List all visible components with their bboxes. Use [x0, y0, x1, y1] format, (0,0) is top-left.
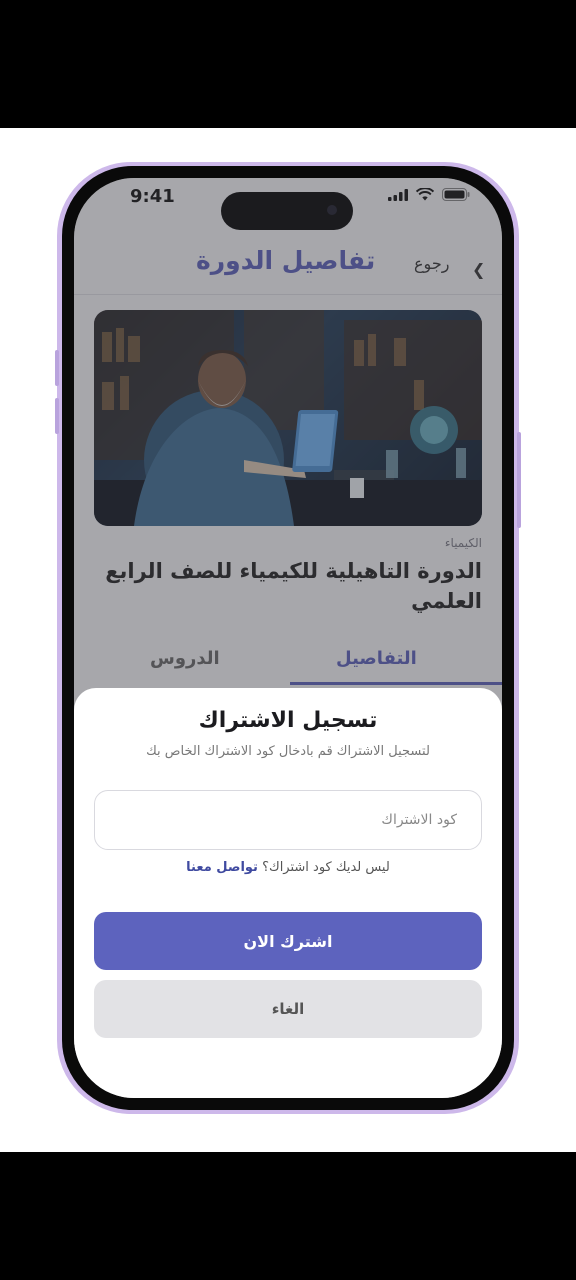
help-line: ليس لديك كود اشتراك؟ تواصل معنا [74, 860, 502, 875]
subscription-sheet: تسجيل الاشتراك لتسجيل الاشتراك قم بادخال… [74, 688, 502, 1098]
subscription-code-input[interactable] [95, 791, 481, 849]
phone-screen: 9:41 تفاصيل الدورة رجوع ❮ الكيمياء الدور… [74, 178, 502, 1098]
modal-subtitle: لتسجيل الاشتراك قم بادخال كود الاشتراك ا… [146, 744, 430, 759]
volume-button [55, 350, 59, 386]
help-text: ليس لديك كود اشتراك؟ [262, 860, 390, 875]
subscription-code-field [94, 790, 482, 850]
power-button [517, 432, 521, 528]
contact-us-link[interactable]: تواصل معنا [186, 860, 258, 875]
subscribe-button[interactable]: اشترك الان [94, 912, 482, 970]
volume-button [55, 398, 59, 434]
stage: 9:41 تفاصيل الدورة رجوع ❮ الكيمياء الدور… [0, 128, 576, 1152]
modal-title: تسجيل الاشتراك [198, 708, 378, 733]
cancel-button[interactable]: الغاء [94, 980, 482, 1038]
